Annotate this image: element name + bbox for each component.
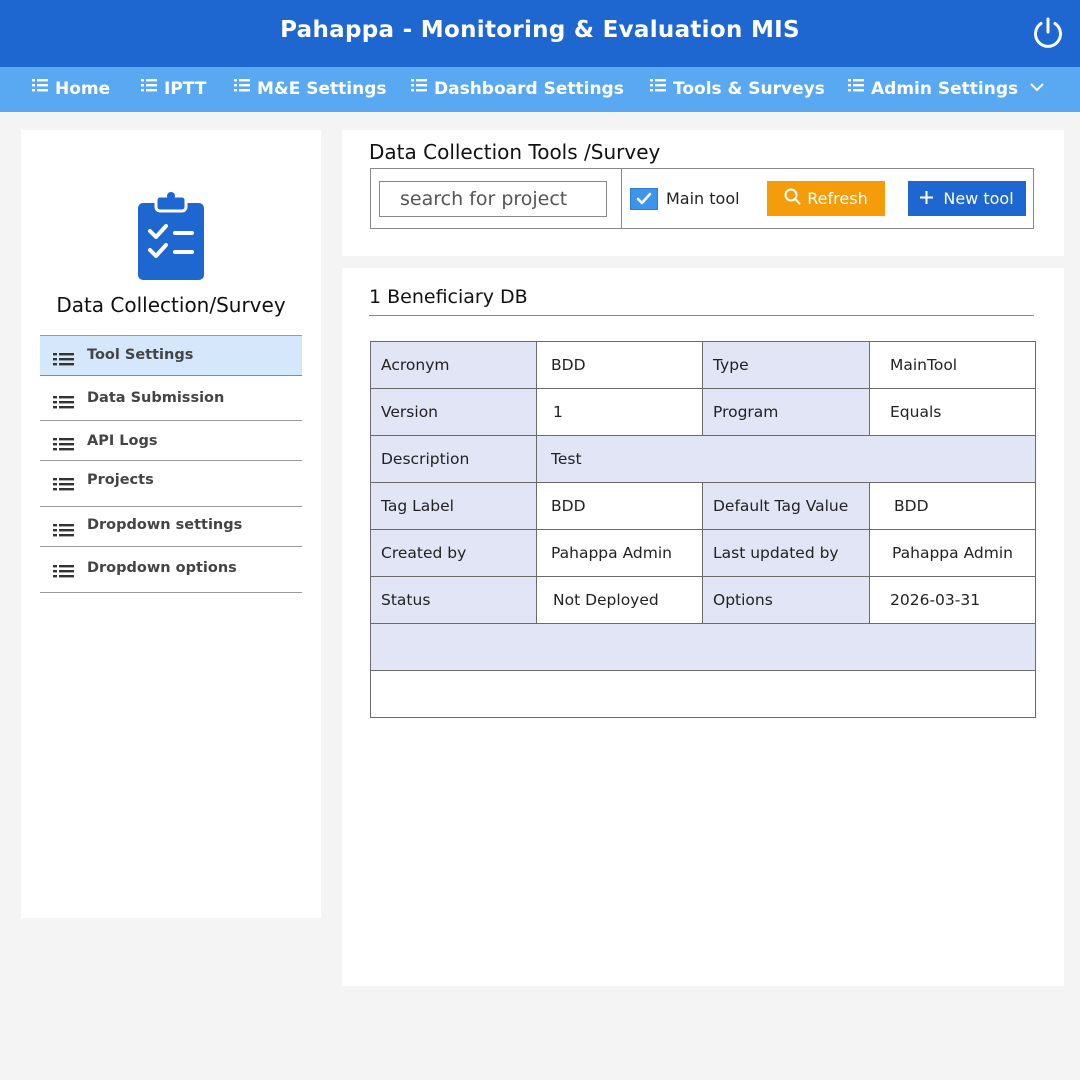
toolbar-box: Main tool Refresh New tool <box>370 168 1034 229</box>
field-value: Pahappa Admin <box>536 529 703 577</box>
sidebar-item-label: API Logs <box>87 433 158 449</box>
nav-home[interactable]: Home <box>32 67 110 112</box>
list-icon <box>411 65 427 110</box>
sidebar-item-dropdown-options[interactable]: Dropdown options <box>40 547 302 593</box>
main-tool-label: Main tool <box>666 189 740 208</box>
chevron-down-icon <box>1030 65 1044 110</box>
sidebar-item-label: Dropdown options <box>87 560 237 576</box>
list-icon <box>32 65 48 110</box>
field-label: Last updated by <box>702 529 870 577</box>
nav-dashboard-settings-label: Dashboard Settings <box>434 79 624 99</box>
new-tool-button[interactable]: New tool <box>908 181 1026 216</box>
nav-tools-surveys-label: Tools & Surveys <box>673 79 825 99</box>
sidebar-item-api-logs[interactable]: API Logs <box>40 421 302 461</box>
list-icon <box>234 65 250 110</box>
sidebar-item-data-submission[interactable]: Data Submission <box>40 376 302 421</box>
field-value: BDD <box>869 482 1036 530</box>
list-icon <box>53 522 74 541</box>
field-value: 1 <box>536 388 703 436</box>
field-value: Not Deployed <box>536 576 703 624</box>
list-icon <box>848 65 864 110</box>
table-row: Created by Pahappa Admin Last updated by… <box>370 529 1036 577</box>
toolbar-divider <box>621 169 622 228</box>
field-label: Status <box>370 576 537 624</box>
field-label: Options <box>702 576 870 624</box>
new-tool-label: New tool <box>943 189 1014 208</box>
main-nav: Home IPTT M&E Settings Dashboard Setting… <box>0 67 1080 112</box>
table-row: Acronym BDD Type MainTool <box>370 341 1036 389</box>
refresh-label: Refresh <box>807 189 868 208</box>
table-row <box>370 670 1036 718</box>
checkmark-icon <box>636 192 652 205</box>
list-icon <box>650 65 666 110</box>
sidebar-item-dropdown-settings[interactable]: Dropdown settings <box>40 507 302 547</box>
tools-toolbar-card: Data Collection Tools /Survey Main tool … <box>342 130 1064 256</box>
list-icon <box>53 436 74 455</box>
title-divider <box>369 315 1034 316</box>
tool-detail-card: 1 Beneficiary DB Acronym BDD Type MainTo… <box>342 268 1064 986</box>
field-value: Pahappa Admin <box>869 529 1036 577</box>
field-value: Test <box>536 435 1036 483</box>
field-label: Version <box>370 388 537 436</box>
field-label: Default Tag Value <box>702 482 870 530</box>
plus-icon <box>920 189 934 208</box>
search-icon <box>784 188 801 209</box>
nav-tools-surveys[interactable]: Tools & Surveys <box>650 67 825 112</box>
list-icon <box>53 563 74 582</box>
sidebar-item-tool-settings[interactable]: Tool Settings <box>40 335 302 376</box>
table-row: Status Not Deployed Options 2026-03-31 <box>370 576 1036 624</box>
sidebar-item-label: Dropdown settings <box>87 517 243 533</box>
table-row: Description Test <box>370 435 1036 483</box>
nav-dashboard-settings[interactable]: Dashboard Settings <box>411 67 624 112</box>
section-title: Data Collection Tools /Survey <box>369 140 661 164</box>
nav-iptt[interactable]: IPTT <box>141 67 206 112</box>
nav-me-settings[interactable]: M&E Settings <box>234 67 387 112</box>
sidebar-item-label: Tool Settings <box>87 347 194 363</box>
list-icon <box>53 394 74 413</box>
empty-cell <box>370 670 1036 718</box>
list-icon <box>141 65 157 110</box>
power-icon[interactable] <box>1030 15 1066 51</box>
field-label: Description <box>370 435 537 483</box>
sidebar-item-projects[interactable]: Projects <box>40 461 302 507</box>
field-label: Type <box>702 341 870 389</box>
nav-admin-settings[interactable]: Admin Settings <box>848 67 1044 112</box>
sidebar-item-label: Projects <box>87 472 154 488</box>
top-header: Pahappa - Monitoring & Evaluation MIS <box>0 0 1080 67</box>
field-label: Acronym <box>370 341 537 389</box>
nav-me-settings-label: M&E Settings <box>257 79 387 99</box>
field-value: BDD <box>536 482 703 530</box>
field-label: Program <box>702 388 870 436</box>
field-label: Tag Label <box>370 482 537 530</box>
field-value: BDD <box>536 341 703 389</box>
tool-detail-title: 1 Beneficiary DB <box>369 286 528 308</box>
table-row: Tag Label BDD Default Tag Value BDD <box>370 482 1036 530</box>
tool-detail-table: Acronym BDD Type MainTool Version 1 Prog… <box>370 341 1036 718</box>
sidebar-title: Data Collection/Survey <box>56 293 286 317</box>
sidebar-menu: Tool Settings Data Submission API Logs P… <box>40 335 302 593</box>
search-input[interactable] <box>379 181 607 217</box>
refresh-button[interactable]: Refresh <box>767 181 885 216</box>
table-row: Version 1 Program Equals <box>370 388 1036 436</box>
empty-cell <box>370 623 1036 671</box>
sidebar-item-label: Data Submission <box>87 390 225 406</box>
table-row <box>370 623 1036 671</box>
app-title: Pahappa - Monitoring & Evaluation MIS <box>280 17 800 43</box>
list-icon <box>53 476 74 495</box>
list-icon <box>53 351 74 370</box>
clipboard-check-icon <box>138 192 204 284</box>
nav-home-label: Home <box>55 79 111 99</box>
field-label: Created by <box>370 529 537 577</box>
main-tool-checkbox[interactable] <box>630 188 658 210</box>
field-value: 2026-03-31 <box>869 576 1036 624</box>
field-value: Equals <box>869 388 1036 436</box>
nav-iptt-label: IPTT <box>164 79 207 99</box>
sidebar: Data Collection/Survey Tool Settings Dat… <box>21 130 321 918</box>
nav-admin-settings-label: Admin Settings <box>871 79 1019 99</box>
field-value: MainTool <box>869 341 1036 389</box>
